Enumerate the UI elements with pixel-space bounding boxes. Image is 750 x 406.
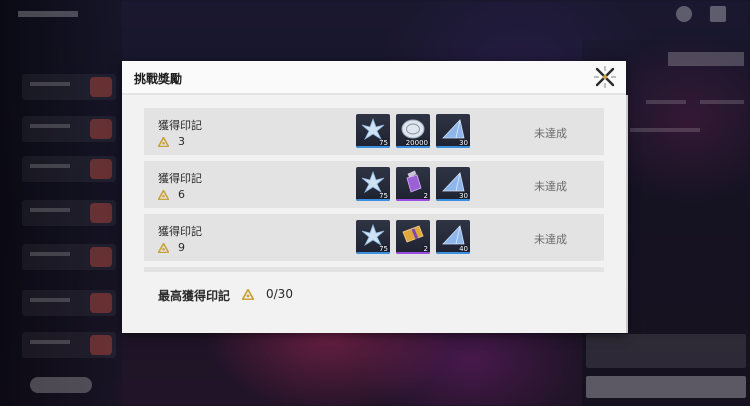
background-list-item <box>22 156 116 182</box>
reward-row: 獲得印記 3 75 20000 30 未達成 <box>144 108 604 155</box>
reward-item-slot[interactable]: 75 <box>356 114 390 148</box>
reward-row-count: 3 <box>178 135 185 148</box>
challenge-rewards-dialog: 挑戰獎勵 獲得印記 3 75 20000 30 未達成 獲得印記 6 75 2 … <box>122 61 628 333</box>
reward-row-count: 6 <box>178 188 185 201</box>
reward-item-slot[interactable]: 2 <box>396 220 430 254</box>
background-title-blur <box>18 11 78 17</box>
mark-triangle-icon <box>158 137 169 147</box>
background-list-item <box>22 116 116 142</box>
reward-row: 獲得印記 9 75 2 40 未達成 <box>144 214 604 261</box>
reward-list[interactable]: 獲得印記 3 75 20000 30 未達成 獲得印記 6 75 2 30 未達… <box>144 108 604 272</box>
reward-item-slot[interactable]: 30 <box>436 114 470 148</box>
reward-row-label: 獲得印記 <box>158 225 202 238</box>
crystal-star-icon <box>361 223 385 247</box>
background-right-items <box>586 334 746 368</box>
close-x-icon <box>594 66 616 88</box>
background-list-item <box>22 332 116 358</box>
background-list-item <box>22 244 116 270</box>
item-rarity-bar <box>436 146 470 148</box>
item-rarity-bar <box>356 199 390 201</box>
item-rarity-bar <box>396 146 430 148</box>
background-list-item <box>22 290 116 316</box>
reward-status: 未達成 <box>534 233 567 246</box>
reward-status: 未達成 <box>534 127 567 140</box>
max-marks-value: 0/30 <box>266 287 293 301</box>
reward-item-slot[interactable]: 75 <box>356 167 390 201</box>
gold-vial-icon <box>402 225 424 243</box>
dialog-header: 挑戰獎勵 <box>122 61 626 94</box>
mark-triangle-icon <box>158 190 169 200</box>
dialog-edge-accent <box>626 95 628 333</box>
reward-status: 未達成 <box>534 180 567 193</box>
header-divider <box>122 93 626 95</box>
item-rarity-bar <box>436 252 470 254</box>
reward-row-count: 9 <box>178 241 185 254</box>
background-right-text <box>646 100 686 104</box>
crystal-star-icon <box>361 170 385 194</box>
reward-row-label: 獲得印記 <box>158 172 202 185</box>
silver-coin-icon <box>401 119 425 139</box>
background-right-button <box>586 376 746 398</box>
blue-prism-icon <box>442 225 465 245</box>
item-rarity-bar <box>356 146 390 148</box>
background-list-item <box>22 200 116 226</box>
blue-prism-icon <box>442 172 465 192</box>
background-close-icon <box>710 6 726 22</box>
max-marks-label: 最高獲得印記 <box>158 289 231 303</box>
reward-row <box>144 267 604 272</box>
background-right-text <box>700 100 744 104</box>
background-list-item <box>22 74 116 100</box>
purple-vial-icon <box>406 170 422 193</box>
item-rarity-bar <box>396 252 430 254</box>
dialog-title: 挑戰獎勵 <box>134 72 183 86</box>
reward-row: 獲得印記 6 75 2 30 未達成 <box>144 161 604 208</box>
background-right-title <box>668 52 744 66</box>
blue-prism-icon <box>442 119 465 139</box>
crystal-star-icon <box>361 117 385 141</box>
item-rarity-bar <box>356 252 390 254</box>
mark-triangle-icon <box>158 243 169 253</box>
close-button[interactable] <box>592 64 618 90</box>
reward-item-slot[interactable]: 20000 <box>396 114 430 148</box>
background-right-text <box>630 128 700 132</box>
item-rarity-bar <box>436 199 470 201</box>
reward-item-slot[interactable]: 2 <box>396 167 430 201</box>
reward-item-slot[interactable]: 30 <box>436 167 470 201</box>
reward-item-slot[interactable]: 40 <box>436 220 470 254</box>
reward-row-label: 獲得印記 <box>158 119 202 132</box>
item-rarity-bar <box>396 199 430 201</box>
reward-item-slot[interactable]: 75 <box>356 220 390 254</box>
mark-triangle-icon <box>242 289 254 300</box>
background-pill-button <box>30 377 92 393</box>
background-info-icon <box>676 6 692 22</box>
